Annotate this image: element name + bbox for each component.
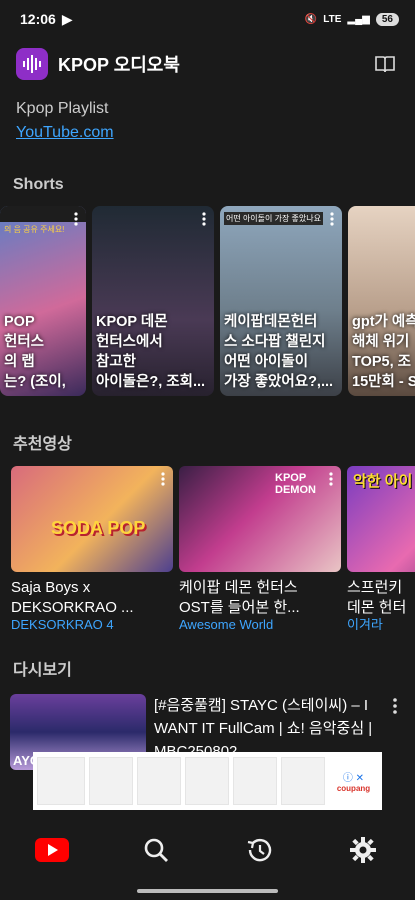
nav-home[interactable] (22, 830, 82, 870)
more-options-icon[interactable] (385, 694, 405, 770)
nav-settings[interactable] (333, 830, 393, 870)
network-label: LTE (323, 13, 342, 25)
app-header: KPOP 오디오북 (0, 38, 415, 90)
video-channel[interactable]: DEKSORKRAO 4 (11, 618, 173, 630)
video-channel[interactable]: Awesome World (179, 618, 341, 630)
ad-brand: coupang (336, 784, 371, 793)
playlist-name: Kpop Playlist (16, 100, 109, 117)
short-overlay-text: 어떤 아이돌이 가장 좋았나요 (224, 212, 323, 225)
book-icon[interactable] (371, 50, 399, 78)
section-title-recommended: 추천영상 (13, 436, 72, 453)
app-logo-icon (16, 48, 48, 80)
status-time: 12:06 (20, 11, 56, 27)
video-thumbnail[interactable]: SODA POP (11, 466, 173, 572)
short-title: 케이팝데몬헌터 스 소다팝 챌린지 어떤 아이돌이 가장 좋았어요?,... (224, 314, 334, 390)
signal-icon: ▂▄▆ (347, 13, 370, 25)
video-thumbnail[interactable]: 악한 아이 (347, 466, 415, 572)
recommended-row: SODA POP Saja Boys x DEKSORKRAO ... DEKS… (0, 466, 415, 630)
video-title: 스프런키 데몬 헌터 (347, 579, 407, 616)
status-bar: 12:06 ▶ 🔇 LTE ▂▄▆ 56 (0, 0, 415, 38)
shorts-row: 의 음 공유 주세요! POP 헌터스 의 랩 는? (조이, KPOP 데몬 … (0, 206, 415, 396)
recommended-video[interactable]: SODA POP Saja Boys x DEKSORKRAO ... DEKS… (11, 466, 173, 630)
section-title-watch-again: 다시보기 (13, 662, 72, 679)
more-options-icon[interactable] (199, 210, 209, 228)
short-card[interactable]: 의 음 공유 주세요! POP 헌터스 의 랩 는? (조이, (0, 206, 86, 396)
search-icon (144, 838, 168, 862)
short-card[interactable]: 어떤 아이돌이 가장 좋았나요 케이팝데몬헌터 스 소다팝 챌린지 어떤 아이돌… (220, 206, 342, 396)
app-title: KPOP 오디오북 (58, 55, 180, 75)
short-title: gpt가 예측 해체 위기 TOP5, 조 15만회 - S (352, 314, 415, 390)
playlist-info: Kpop Playlist YouTube.com (0, 90, 415, 142)
ad-product-image[interactable] (89, 757, 133, 805)
section-title-shorts: Shorts (13, 176, 64, 193)
more-options-icon[interactable] (158, 470, 168, 488)
bottom-nav (0, 820, 415, 880)
video-channel[interactable]: 이겨라 (347, 618, 415, 630)
ad-product-image[interactable] (185, 757, 229, 805)
video-thumbnail[interactable]: KPOP DEMON (179, 466, 341, 572)
video-title: Saja Boys x DEKSORKRAO ... (11, 579, 134, 616)
ad-product-image[interactable] (37, 757, 85, 805)
thumbnail-text: 악한 아이 (353, 473, 413, 490)
ad-info-icon[interactable]: ⓘ ✕ (343, 769, 364, 784)
short-card[interactable]: gpt가 예측 해체 위기 TOP5, 조 15만회 - S (348, 206, 415, 396)
mute-icon: 🔇 (304, 13, 318, 25)
ad-banner[interactable]: ⓘ ✕ coupang (33, 752, 382, 810)
short-title: POP 헌터스 의 랩 는? (조이, (4, 314, 66, 390)
recommended-video[interactable]: 악한 아이 스프런키 데몬 헌터 이겨라 (347, 466, 415, 630)
thumbnail-text: SODA POP (51, 518, 146, 538)
nav-search[interactable] (126, 830, 186, 870)
play-icon: ▶ (61, 10, 73, 27)
youtube-icon (34, 838, 69, 862)
more-options-icon[interactable] (327, 210, 337, 228)
short-overlay-text: 의 음 공유 주세요! (4, 225, 65, 234)
ad-product-image[interactable] (137, 757, 181, 805)
video-title: 케이팝 데몬 헌터스 OST를 들어본 한... (179, 579, 300, 616)
short-title: KPOP 데몬 헌터스에서 참고한 아이돌은?, 조회... (96, 314, 206, 390)
home-indicator[interactable] (137, 889, 278, 893)
gear-icon (350, 837, 377, 863)
battery-indicator: 56 (375, 12, 399, 26)
ad-product-image[interactable] (233, 757, 277, 805)
history-icon (248, 838, 272, 862)
recommended-video[interactable]: KPOP DEMON 케이팝 데몬 헌터스 OST를 들어본 한... Awes… (179, 466, 341, 630)
playlist-link[interactable]: YouTube.com (16, 124, 399, 142)
more-options-icon[interactable] (326, 470, 336, 488)
nav-history[interactable] (229, 830, 289, 870)
short-card[interactable]: KPOP 데몬 헌터스에서 참고한 아이돌은?, 조회... (92, 206, 214, 396)
more-options-icon[interactable] (71, 210, 81, 228)
ad-product-image[interactable] (281, 757, 325, 805)
